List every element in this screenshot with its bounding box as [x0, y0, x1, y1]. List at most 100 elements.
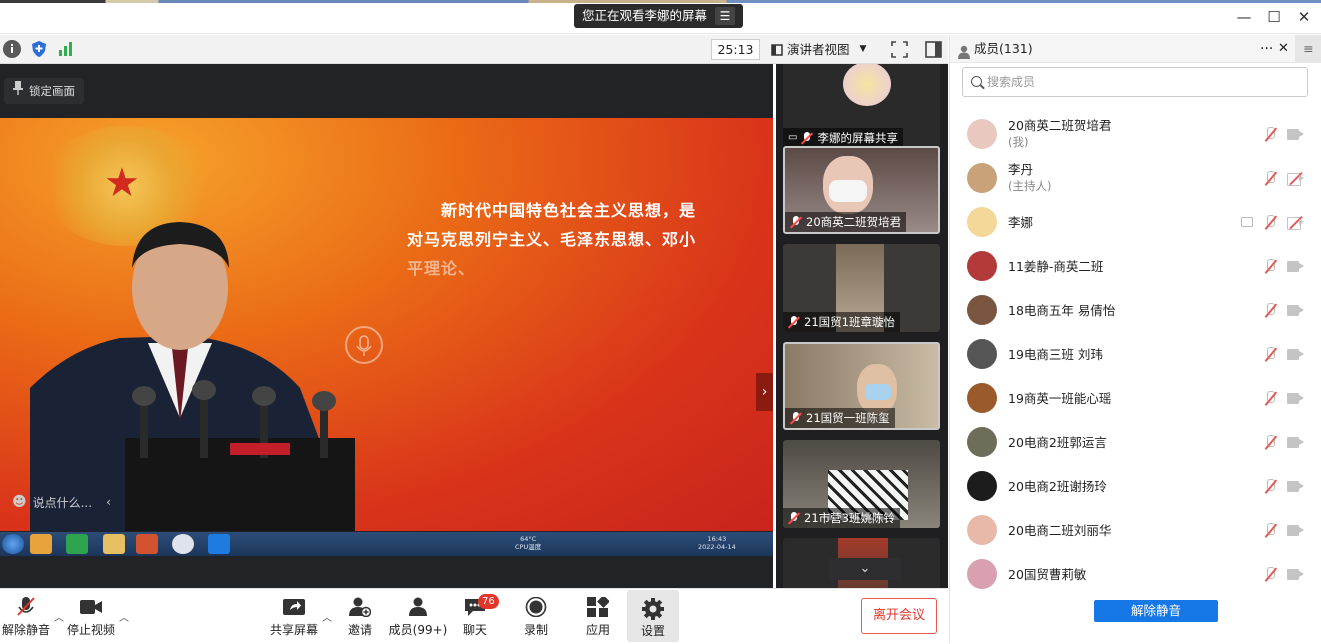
muted-mic-icon[interactable] — [1263, 347, 1277, 362]
members-panel-header: 成员(131) ··· ✕ ≡ — [950, 35, 1321, 63]
camera-icon[interactable] — [1287, 261, 1305, 272]
apps-icon — [587, 597, 609, 617]
chat-unread-badge: 76 — [478, 594, 499, 609]
camera-icon[interactable] — [1287, 305, 1305, 316]
unmute-all-button[interactable]: 解除静音 — [1094, 600, 1218, 622]
view-mode-dropdown[interactable]: 演讲者视图 ▼ — [771, 39, 879, 60]
tile-name-bar: 20商英二班贺培君 — [785, 212, 907, 232]
member-row[interactable]: 20商英二班贺培君 (我) — [950, 113, 1310, 157]
leave-meeting-button[interactable]: 离开会议 — [861, 598, 937, 634]
desktop-strip — [0, 0, 1321, 3]
cpu-temp-value: 64°C — [520, 535, 537, 543]
settings-button[interactable]: 设置 — [627, 590, 679, 642]
app-icon — [30, 534, 52, 554]
stop-video-button[interactable]: 停止视频 — [66, 589, 116, 644]
muted-mic-icon — [788, 315, 800, 329]
camera-icon[interactable] — [1287, 437, 1305, 448]
shield-icon[interactable] — [30, 40, 48, 58]
chevron-left-icon[interactable]: ‹ — [106, 495, 111, 509]
video-tiles-strip: ▭ 李娜的屏幕共享 20商英二班贺培君 21国贸1班章璇怡 21国贸一班陈玺 2… — [776, 64, 948, 588]
invite-button[interactable]: 邀请 — [340, 589, 380, 644]
close-icon[interactable]: ✕ — [1278, 35, 1289, 63]
camera-icon[interactable] — [1287, 569, 1305, 580]
pin-icon — [13, 78, 23, 104]
video-tile[interactable]: 20商英二班贺培君 — [783, 146, 940, 234]
member-name: 20电商2班谢扬玲 — [1008, 479, 1107, 494]
chevron-up-icon[interactable]: ︿ — [322, 609, 332, 624]
member-row[interactable]: 李丹 (主持人) — [950, 157, 1310, 201]
emoji-icon[interactable]: ☻ — [12, 494, 27, 510]
member-row[interactable]: 20国贸曹莉敏 — [950, 553, 1310, 597]
maximize-button[interactable]: ☐ — [1263, 6, 1285, 28]
muted-mic-icon[interactable] — [1263, 391, 1277, 406]
muted-mic-icon[interactable] — [1263, 215, 1277, 230]
camera-off-icon[interactable] — [1287, 171, 1305, 186]
muted-mic-icon[interactable] — [1263, 259, 1277, 274]
camera-icon[interactable] — [1287, 525, 1305, 536]
member-row[interactable]: 18电商五年 易倩怡 — [950, 289, 1310, 333]
video-tile[interactable]: 21市营3班姚陈铃 — [783, 440, 940, 528]
signal-icon[interactable] — [57, 40, 75, 58]
minimize-button[interactable]: — — [1233, 6, 1255, 28]
camera-icon[interactable] — [1287, 481, 1305, 492]
meeting-app-icon — [208, 534, 230, 554]
close-window-button[interactable]: ✕ — [1293, 6, 1315, 28]
member-search-input[interactable]: 搜索成员 — [962, 67, 1308, 97]
video-tile[interactable]: ▭ 李娜的屏幕共享 — [783, 64, 940, 148]
avatar — [967, 383, 997, 413]
avatar — [967, 515, 997, 545]
member-role: (我) — [1008, 135, 1029, 149]
member-row[interactable]: 李娜 — [950, 201, 1310, 245]
scroll-down-button[interactable]: ⌄ — [829, 558, 901, 580]
camera-off-icon[interactable] — [1287, 215, 1305, 230]
member-row[interactable]: 19商英一班能心瑶 — [950, 377, 1310, 421]
chevron-up-icon[interactable]: ︿ — [54, 609, 64, 624]
fullscreen-icon[interactable] — [891, 41, 908, 58]
camera-icon[interactable] — [1287, 393, 1305, 404]
avatar — [967, 427, 997, 457]
search-placeholder: 搜索成员 — [987, 75, 1036, 89]
members-button[interactable]: 成员(99+) — [388, 589, 448, 644]
chat-bar[interactable]: ☻ 说点什么... ‹ — [4, 488, 144, 516]
record-label: 录制 — [523, 623, 548, 637]
record-button[interactable]: 录制 — [516, 589, 556, 644]
screen-share-icon — [1241, 217, 1253, 227]
muted-mic-icon[interactable] — [1263, 435, 1277, 450]
sharing-banner[interactable]: 您正在观看李娜的屏幕 ☰ — [574, 4, 744, 28]
video-tile[interactable]: 21国贸一班陈玺 — [783, 342, 940, 430]
muted-mic-icon[interactable] — [1263, 127, 1277, 142]
more-icon[interactable]: ··· — [1260, 35, 1273, 63]
muted-mic-icon[interactable] — [1263, 479, 1277, 494]
chat-input[interactable]: 说点什么... — [33, 494, 92, 511]
member-row[interactable]: 20电商2班谢扬玲 — [950, 465, 1310, 509]
member-row[interactable]: 20电商二班刘丽华 — [950, 509, 1310, 553]
member-row[interactable]: 19电商三班 刘玮 — [950, 333, 1310, 377]
chevron-up-icon[interactable]: ︿ — [119, 609, 129, 624]
menu-icon[interactable]: ☰ — [715, 7, 736, 25]
member-row[interactable]: 20电商2班郭运言 — [950, 421, 1310, 465]
camera-icon[interactable] — [1287, 129, 1305, 140]
members-title: 成员(131) — [974, 41, 1033, 56]
members-label: 成员(99+) — [388, 623, 448, 637]
camera-icon[interactable] — [1287, 349, 1305, 360]
chevron-right-icon[interactable]: › — [756, 373, 773, 411]
muted-mic-icon[interactable] — [1263, 171, 1277, 186]
member-role: (主持人) — [1008, 179, 1052, 193]
share-screen-button[interactable]: 共享屏幕 — [268, 589, 320, 644]
muted-mic-icon[interactable] — [1263, 523, 1277, 538]
tile-name-bar: ▭ 李娜的屏幕共享 — [783, 128, 903, 148]
muted-mic-icon[interactable] — [1263, 567, 1277, 582]
side-panel-icon[interactable] — [925, 41, 942, 58]
screen-share-view[interactable]: 锁定画面 ★ 新时代中国特色社会主义思想，是 对马克思列宁主义、毛泽东思想、邓小… — [0, 64, 773, 588]
slide-line-3: 平理论、 — [407, 259, 476, 278]
menu-icon[interactable]: ≡ — [1295, 35, 1321, 63]
info-icon[interactable] — [3, 40, 21, 58]
lock-view-button[interactable]: 锁定画面 — [4, 78, 84, 104]
gear-icon — [642, 598, 664, 620]
muted-mic-icon[interactable] — [1263, 303, 1277, 318]
unmute-button[interactable]: 解除静音 — [0, 589, 52, 644]
apps-button[interactable]: 应用 — [578, 589, 618, 644]
add-user-icon — [349, 597, 371, 617]
video-tile[interactable]: 21国贸1班章璇怡 — [783, 244, 940, 332]
member-row[interactable]: 11姜静-商英二班 — [950, 245, 1310, 289]
